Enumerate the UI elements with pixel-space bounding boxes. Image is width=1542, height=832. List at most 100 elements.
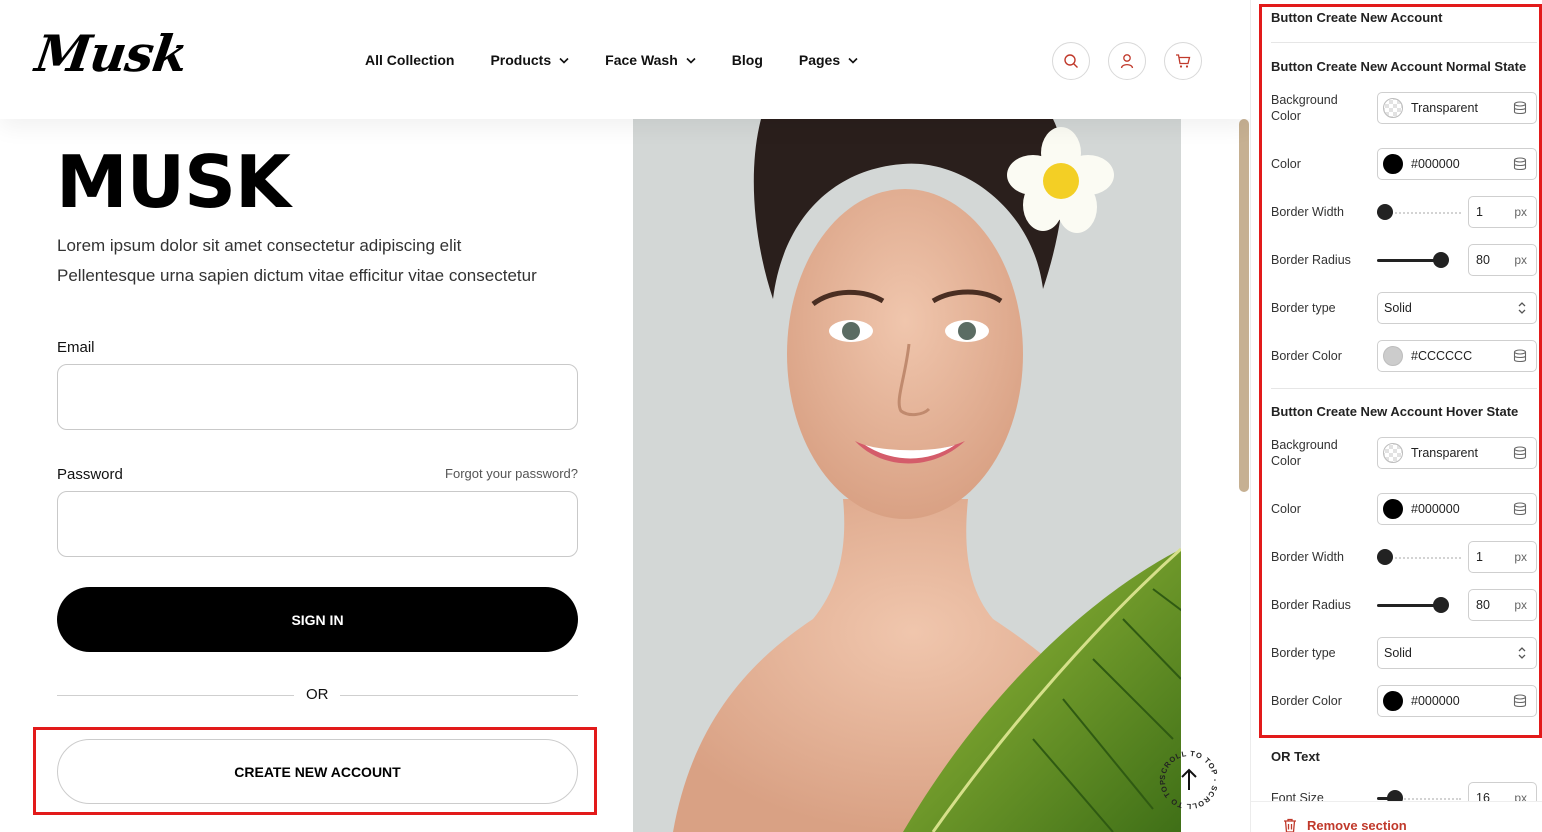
color-swatch — [1383, 154, 1403, 174]
color-value: #000000 — [1411, 694, 1460, 708]
preview-scrollbar[interactable] — [1239, 119, 1249, 492]
color-value: #000000 — [1411, 502, 1460, 516]
normal-border-radius-input[interactable]: 80 px — [1468, 244, 1537, 276]
select-value: Solid — [1384, 301, 1412, 315]
bg-color-label: Background Color — [1271, 93, 1338, 123]
nav-item-face-wash[interactable]: Face Wash — [605, 52, 696, 68]
email-label: Email — [57, 339, 95, 356]
slider-knob[interactable] — [1433, 597, 1449, 613]
nav-item-all-collection[interactable]: All Collection — [365, 52, 454, 68]
border-radius-label: Border Radius — [1271, 253, 1351, 267]
arrow-up-icon: SCROLL TO TOP - SCROLL TO TOP - — [1155, 741, 1219, 811]
color-value: #000000 — [1411, 157, 1460, 171]
description-line-1: Lorem ipsum dolor sit amet consectetur a… — [57, 236, 462, 255]
border-type-label: Border type — [1271, 301, 1336, 315]
account-button[interactable] — [1108, 42, 1146, 80]
panel-divider — [1271, 42, 1537, 43]
sign-in-button[interactable]: SIGN IN — [57, 587, 578, 652]
border-radius-label: Border Radius — [1271, 598, 1351, 612]
unit-label: px — [1514, 550, 1527, 564]
border-color-label: Border Color — [1271, 349, 1342, 363]
border-type-label: Border type — [1271, 646, 1336, 660]
hover-state-title: Button Create New Account Hover State — [1271, 404, 1519, 419]
hover-border-type-select[interactable]: Solid — [1377, 637, 1537, 669]
color-swatch — [1383, 499, 1403, 519]
hover-color-picker[interactable]: #000000 — [1377, 493, 1537, 525]
border-color-label: Border Color — [1271, 694, 1342, 708]
cart-button[interactable] — [1164, 42, 1202, 80]
user-icon — [1120, 54, 1134, 69]
remove-section-label: Remove section — [1307, 818, 1407, 832]
border-width-label: Border Width — [1271, 550, 1344, 564]
nav-item-label: Face Wash — [605, 52, 678, 68]
panel-section-title: Button Create New Account — [1271, 10, 1443, 25]
chevron-down-icon — [848, 57, 858, 64]
database-icon — [1513, 349, 1527, 363]
bg-color-label: Background Color — [1271, 438, 1338, 468]
panel-divider — [1271, 388, 1537, 389]
color-value: Transparent — [1411, 101, 1478, 115]
create-account-button[interactable]: CREATE NEW ACCOUNT — [57, 739, 578, 804]
normal-border-type-select[interactable]: Solid — [1377, 292, 1537, 324]
divider-right — [340, 695, 578, 696]
normal-bg-color-picker[interactable]: Transparent — [1377, 92, 1537, 124]
model-photo-illustration — [633, 119, 1181, 832]
unit-label: px — [1514, 253, 1527, 267]
transparent-swatch — [1383, 98, 1403, 118]
or-text-section-title: OR Text — [1271, 749, 1320, 764]
hover-border-radius-slider[interactable] — [1377, 595, 1461, 615]
database-icon — [1513, 694, 1527, 708]
search-icon — [1064, 54, 1078, 68]
email-field[interactable] — [57, 364, 578, 430]
nav-item-label: Blog — [731, 52, 763, 68]
color-label: Color — [1271, 157, 1301, 171]
app-root: Musk All Collection Products Face Wash B… — [0, 0, 1542, 832]
nav-item-products[interactable]: Products — [490, 52, 569, 68]
page-title: MUSK — [56, 140, 291, 224]
trash-icon — [1284, 818, 1296, 832]
normal-border-radius-slider[interactable] — [1377, 250, 1461, 270]
number-value: 1 — [1476, 550, 1483, 564]
nav-item-label: All Collection — [365, 52, 455, 68]
unit-label: px — [1514, 598, 1527, 612]
or-separator: OR — [306, 686, 329, 703]
color-value: #CCCCCC — [1411, 349, 1473, 363]
site-logo[interactable]: Musk — [32, 24, 191, 83]
nav-item-pages[interactable]: Pages — [799, 52, 858, 68]
slider-knob[interactable] — [1433, 252, 1449, 268]
number-value: 1 — [1476, 205, 1483, 219]
normal-border-width-slider[interactable] — [1377, 202, 1461, 222]
hover-bg-color-picker[interactable]: Transparent — [1377, 437, 1537, 469]
select-value: Solid — [1384, 646, 1412, 660]
hover-border-width-input[interactable]: 1 px — [1468, 541, 1537, 573]
slider-knob[interactable] — [1377, 204, 1393, 220]
password-label: Password — [57, 466, 123, 483]
database-icon — [1513, 101, 1527, 115]
normal-state-title: Button Create New Account Normal State — [1271, 59, 1527, 74]
normal-color-picker[interactable]: #000000 — [1377, 148, 1537, 180]
transparent-swatch — [1383, 443, 1403, 463]
number-value: 80 — [1476, 598, 1490, 612]
page-preview: Musk All Collection Products Face Wash B… — [0, 0, 1250, 832]
chevron-down-icon — [559, 57, 569, 64]
forgot-password-link[interactable]: Forgot your password? — [445, 466, 578, 481]
database-icon — [1513, 157, 1527, 171]
site-header: Musk All Collection Products Face Wash B… — [0, 0, 1250, 119]
number-value: 80 — [1476, 253, 1490, 267]
hover-border-color-picker[interactable]: #000000 — [1377, 685, 1537, 717]
hover-border-width-slider[interactable] — [1377, 547, 1461, 567]
normal-border-color-picker[interactable]: #CCCCCC — [1377, 340, 1537, 372]
normal-border-width-input[interactable]: 1 px — [1468, 196, 1537, 228]
nav-item-blog[interactable]: Blog — [732, 52, 763, 68]
slider-knob[interactable] — [1377, 549, 1393, 565]
chevron-updown-icon — [1518, 647, 1526, 659]
settings-panel: Button Create New Account Button Create … — [1250, 0, 1542, 832]
chevron-updown-icon — [1518, 302, 1526, 314]
password-field[interactable] — [57, 491, 578, 557]
remove-section-button[interactable]: Remove section — [1283, 818, 1407, 832]
hover-border-radius-input[interactable]: 80 px — [1468, 589, 1537, 621]
search-button[interactable] — [1052, 42, 1090, 80]
border-width-label: Border Width — [1271, 205, 1344, 219]
scroll-to-top-button[interactable]: SCROLL TO TOP - SCROLL TO TOP - — [1155, 741, 1221, 812]
divider-left — [57, 695, 294, 696]
